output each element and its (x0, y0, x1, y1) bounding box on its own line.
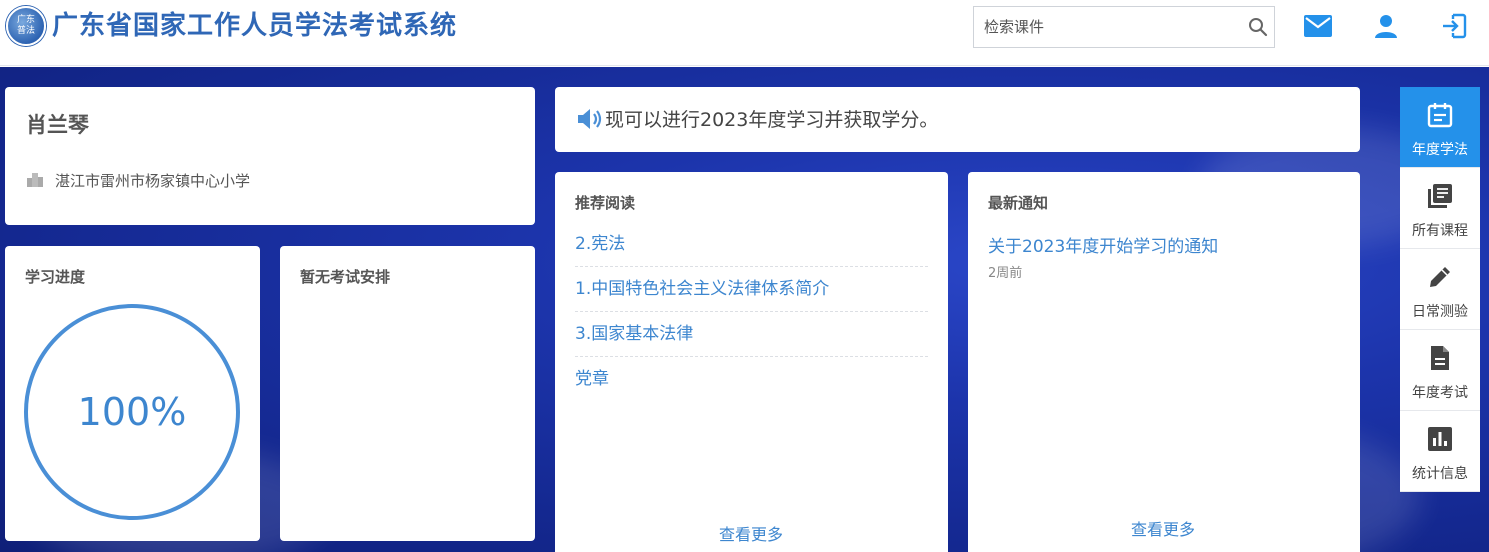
reading-link[interactable]: 2.宪法 (575, 222, 928, 266)
side-nav: 年度学法 所有课程 日常测验 年度考试 统计信息 (1400, 87, 1480, 492)
progress-card: 学习进度 100% (5, 246, 260, 541)
latest-notices-card: 最新通知 关于2023年度开始学习的通知 2周前 查看更多 (968, 172, 1360, 552)
logo-text-line2: 普法 (16, 26, 35, 36)
list-item: 3.国家基本法律 (575, 312, 928, 357)
top-bar: 广东 普法 广东省国家工作人员学法考试系统 (0, 0, 1489, 66)
reading-link[interactable]: 3.国家基本法律 (575, 312, 928, 356)
logout-icon (1443, 13, 1467, 39)
side-nav-statistics[interactable]: 统计信息 (1400, 411, 1480, 492)
reading-link[interactable]: 1.中国特色社会主义法律体系简介 (575, 267, 928, 311)
side-nav-label: 统计信息 (1412, 466, 1468, 482)
side-nav-all-courses[interactable]: 所有课程 (1400, 168, 1480, 249)
exam-title: 暂无考试安排 (300, 268, 391, 286)
logout-button[interactable] (1438, 10, 1470, 42)
progress-value: 100% (77, 390, 187, 434)
search-box (973, 6, 1275, 48)
reading-more-link[interactable]: 查看更多 (719, 521, 783, 545)
organization-name: 湛江市雷州市杨家镇中心小学 (55, 172, 251, 190)
notice-link[interactable]: 关于2023年度开始学习的通知 (988, 232, 1218, 257)
exam-card: 暂无考试安排 (280, 246, 535, 541)
main-area: 肖兰琴 湛江市雷州市杨家镇中心小学 学习进度 100% 暂无考试安排 现可以进行… (0, 67, 1489, 552)
list-item: 1.中国特色社会主义法律体系简介 (575, 267, 928, 312)
notice-time: 2周前 (988, 266, 1023, 281)
mail-button[interactable] (1302, 10, 1334, 42)
logo-text-line1: 广东 (16, 15, 35, 25)
announcement-bar: 现可以进行2023年度学习并获取学分。 (555, 87, 1360, 152)
site-logo[interactable]: 广东 普法 (6, 6, 46, 46)
profile-card: 肖兰琴 湛江市雷州市杨家镇中心小学 (5, 87, 535, 225)
side-nav-annual-study[interactable]: 年度学法 (1400, 87, 1480, 168)
search-input[interactable] (974, 7, 1244, 47)
speaker-icon (578, 109, 602, 129)
system-title: 广东省国家工作人员学法考试系统 (52, 11, 458, 41)
side-nav-label: 日常测验 (1412, 304, 1468, 320)
mail-icon (1304, 15, 1332, 37)
bar-chart-icon (1428, 427, 1452, 451)
progress-ring: 100% (24, 304, 240, 520)
list-item: 党章 (575, 357, 928, 402)
notices-title: 最新通知 (988, 194, 1049, 212)
calendar-icon (1427, 103, 1453, 128)
user-button[interactable] (1370, 10, 1402, 42)
reading-link[interactable]: 党章 (575, 357, 928, 401)
side-nav-daily-quiz[interactable]: 日常测验 (1400, 249, 1480, 330)
progress-title: 学习进度 (25, 268, 86, 286)
recommended-reading-card: 推荐阅读 2.宪法 1.中国特色社会主义法律体系简介 3.国家基本法律 党章 查… (555, 172, 948, 552)
user-name: 肖兰琴 (26, 113, 89, 137)
side-nav-label: 年度考试 (1412, 385, 1468, 401)
building-icon (27, 173, 43, 187)
side-nav-label: 年度学法 (1412, 142, 1468, 158)
notices-more-link[interactable]: 查看更多 (1131, 516, 1195, 540)
pencil-icon (1430, 267, 1450, 287)
list-item: 2.宪法 (575, 222, 928, 267)
reading-list: 2.宪法 1.中国特色社会主义法律体系简介 3.国家基本法律 党章 (575, 222, 928, 402)
library-books-icon (1428, 184, 1452, 208)
reading-title: 推荐阅读 (575, 194, 636, 212)
side-nav-label: 所有课程 (1412, 223, 1468, 239)
user-icon (1375, 15, 1397, 38)
document-icon (1431, 346, 1449, 370)
announcement-text: 现可以进行2023年度学习并获取学分。 (605, 109, 939, 131)
search-icon[interactable] (1248, 17, 1268, 37)
side-nav-annual-exam[interactable]: 年度考试 (1400, 330, 1480, 411)
